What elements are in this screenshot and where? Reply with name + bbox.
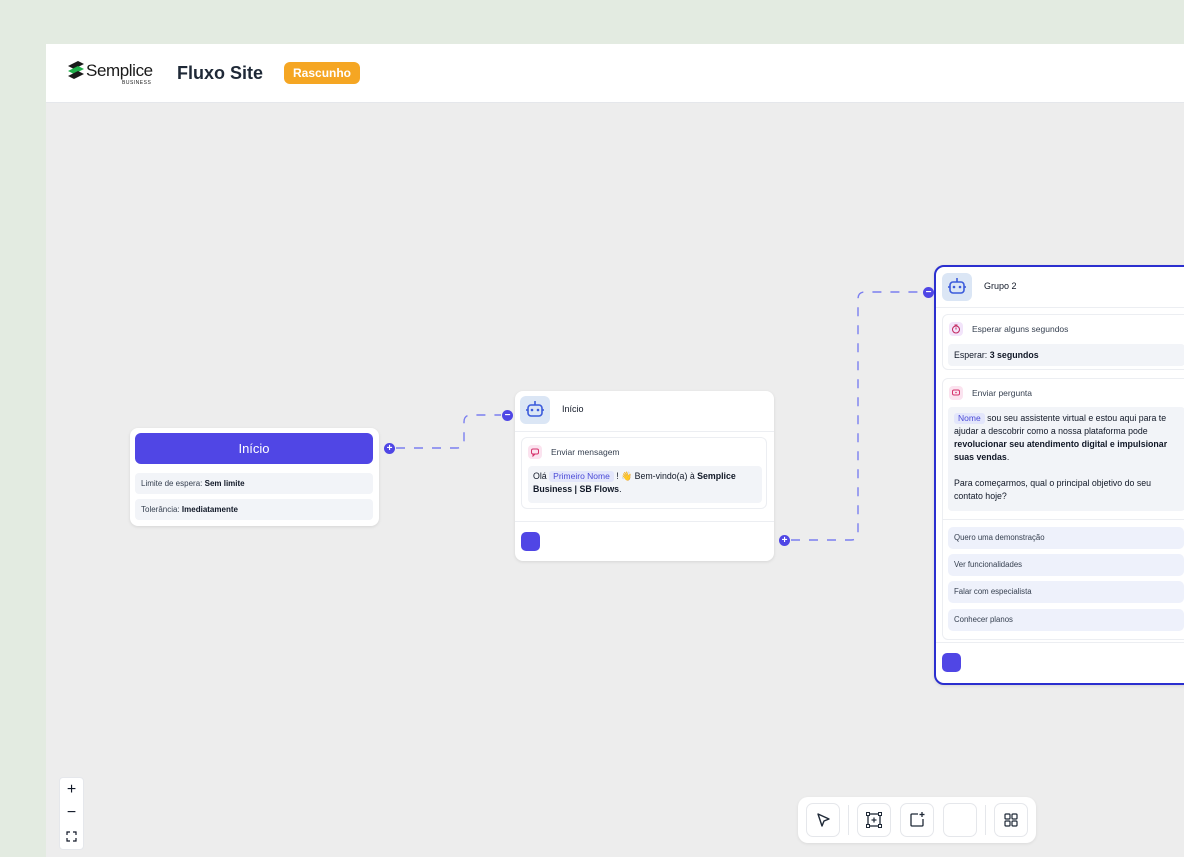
flow-editor: Semplice BUSINESS Fluxo Site Rascunho In… — [46, 44, 1184, 857]
group2-input-handle[interactable]: − — [923, 287, 934, 298]
divider — [515, 521, 774, 522]
question-text: sou seu assistente virtual e estou aqui … — [954, 413, 1167, 436]
divider — [936, 642, 1184, 643]
grid-view-button[interactable] — [994, 803, 1028, 837]
top-bar: Semplice BUSINESS Fluxo Site Rascunho — [46, 44, 1184, 103]
add-block-button[interactable] — [942, 653, 961, 672]
block-label: Enviar mensagem — [551, 447, 620, 457]
choice-option[interactable]: Conhecer planos — [948, 609, 1184, 631]
wait-content: Esperar: 3 segundos — [948, 344, 1184, 366]
choice-option[interactable]: Ver funcionalidades — [948, 554, 1184, 576]
semplice-logo[interactable]: Semplice BUSINESS — [66, 60, 158, 86]
question-icon — [949, 386, 963, 400]
tolerance-row: Tolerância: Imediatamente — [135, 499, 373, 520]
block-label: Enviar pergunta — [972, 388, 1033, 398]
tolerance-label: Tolerância: — [141, 505, 180, 514]
group-title: Início — [562, 404, 584, 414]
toolbar-divider — [985, 805, 986, 835]
zoom-in-button[interactable]: + — [60, 778, 83, 801]
variable-tag: Primeiro Nome — [549, 471, 614, 482]
status-badge: Rascunho — [284, 62, 361, 84]
logo-mark-icon — [68, 61, 84, 79]
start-output-handle[interactable]: + — [384, 443, 395, 454]
timer-icon — [949, 322, 963, 336]
zoom-out-button[interactable]: − — [60, 801, 83, 824]
chat-icon — [528, 445, 542, 459]
logo-subtext: BUSINESS — [122, 80, 152, 86]
zoom-controls: + − — [59, 777, 84, 850]
fit-view-icon — [66, 831, 77, 842]
tolerance-value: Imediatamente — [181, 505, 238, 514]
group-header: Grupo 2 — [936, 267, 1184, 308]
question-followup: Para começarmos, qual o principal objeti… — [954, 478, 1152, 501]
cursor-icon — [817, 813, 830, 827]
bottom-toolbar — [798, 797, 1036, 843]
wait-limit-label: Limite de espera: — [141, 479, 203, 488]
flow-title[interactable]: Fluxo Site — [177, 63, 263, 84]
edge-start-to-group1 — [396, 414, 501, 449]
group-node-inicio[interactable]: Início Enviar mensagem Olá Primeiro Nome… — [515, 391, 774, 561]
message-greeting: Olá — [533, 471, 547, 481]
add-group-button[interactable] — [857, 803, 891, 837]
question-end: . — [1006, 452, 1010, 462]
group1-input-handle[interactable]: − — [502, 410, 513, 421]
logo-text: Semplice — [86, 61, 153, 80]
add-note-icon — [910, 812, 925, 827]
start-node-title: Início — [135, 433, 373, 464]
wait-limit-row: Limite de espera: Sem limite — [135, 473, 373, 494]
group-title: Grupo 2 — [984, 281, 1017, 291]
message-content: Olá Primeiro Nome ! 👋 Bem-vindo(a) à Sem… — [528, 466, 762, 503]
wait-value: 3 segundos — [989, 350, 1039, 360]
message-end: . — [619, 484, 622, 494]
group-node-2[interactable]: Grupo 2 Esperar alguns segundos Esperar:… — [934, 265, 1184, 685]
toolbar-divider — [848, 805, 849, 835]
frame-icon — [866, 812, 882, 828]
fit-view-button[interactable] — [60, 825, 83, 848]
group1-output-handle[interactable]: + — [779, 535, 790, 546]
message-text: ! 👋 Bem-vindo(a) à — [613, 471, 698, 481]
variable-tag: Nome — [954, 413, 985, 424]
add-note-button[interactable] — [900, 803, 934, 837]
wait-block[interactable]: Esperar alguns segundos Esperar: 3 segun… — [942, 314, 1184, 370]
divider — [942, 519, 1184, 520]
add-block-button[interactable] — [521, 532, 540, 551]
wait-prefix: Esperar: — [954, 350, 988, 360]
wait-limit-value: Sem limite — [204, 479, 245, 488]
robot-icon — [520, 396, 550, 424]
edge-group1-to-group2 — [791, 291, 922, 541]
question-bold: revolucionar seu atendimento digital e i… — [954, 439, 1168, 462]
send-message-block[interactable]: Enviar mensagem Olá Primeiro Nome ! 👋 Be… — [521, 437, 767, 509]
start-node[interactable]: Início Limite de espera: Sem limite Tole… — [130, 428, 379, 526]
group-header: Início — [515, 391, 774, 432]
select-tool-button[interactable] — [806, 803, 840, 837]
blank-tool-button[interactable] — [943, 803, 977, 837]
question-content: Nome sou seu assistente virtual e estou … — [948, 407, 1184, 511]
choice-option[interactable]: Quero uma demonstração — [948, 527, 1184, 549]
choice-option[interactable]: Falar com especialista — [948, 581, 1184, 603]
robot-icon — [942, 273, 972, 301]
block-label: Esperar alguns segundos — [972, 324, 1069, 334]
grid-icon — [1004, 813, 1018, 827]
